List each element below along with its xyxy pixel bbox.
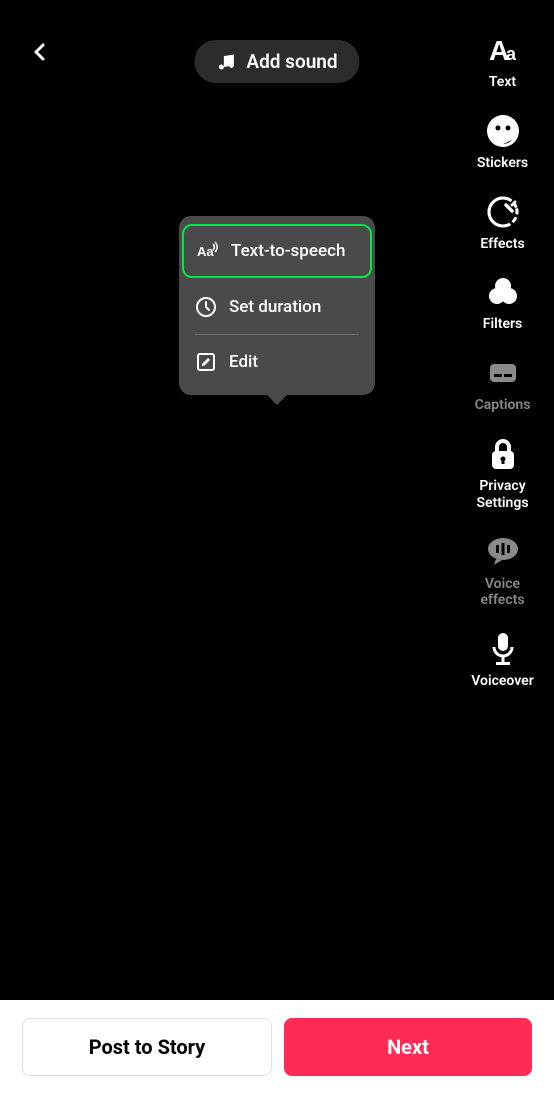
bottom-bar: Post to Story Next xyxy=(0,1000,554,1094)
sidebar-item-effects[interactable]: Effects xyxy=(465,194,540,253)
svg-text:a: a xyxy=(506,44,517,64)
sidebar-label: Captions xyxy=(475,397,531,414)
back-button[interactable] xyxy=(20,32,60,72)
sidebar-item-captions[interactable]: Captions xyxy=(465,355,540,414)
text-options-popup: Aa Text-to-speech Set duration Edit xyxy=(179,216,375,395)
post-to-story-button[interactable]: Post to Story xyxy=(22,1018,272,1076)
sidebar-label: Text xyxy=(489,74,516,91)
video-preview-area xyxy=(117,421,433,579)
sidebar-label: Voice effects xyxy=(465,576,540,610)
tts-icon: Aa xyxy=(197,240,219,262)
add-sound-button[interactable]: Add sound xyxy=(194,40,359,83)
next-button[interactable]: Next xyxy=(284,1018,532,1076)
sidebar-label: Effects xyxy=(480,236,524,253)
filters-icon xyxy=(485,274,521,310)
sidebar-label: Privacy Settings xyxy=(465,478,540,512)
add-sound-label: Add sound xyxy=(246,50,337,73)
sidebar-item-filters[interactable]: Filters xyxy=(465,274,540,333)
sidebar-label: Voiceover xyxy=(471,673,534,690)
sidebar: A a Text Stickers Effects xyxy=(465,32,540,690)
sidebar-label: Filters xyxy=(483,316,522,333)
sidebar-item-voice-effects[interactable]: Voice effects xyxy=(465,534,540,610)
sidebar-item-privacy[interactable]: Privacy Settings xyxy=(465,436,540,512)
sidebar-item-text[interactable]: A a Text xyxy=(465,32,540,91)
sidebar-label: Stickers xyxy=(477,155,528,172)
chevron-left-icon xyxy=(28,40,52,64)
edit-icon xyxy=(195,351,217,373)
popup-label: Text-to-speech xyxy=(231,241,345,261)
post-to-story-label: Post to Story xyxy=(89,1035,206,1059)
popup-item-edit[interactable]: Edit xyxy=(179,335,375,389)
popup-item-set-duration[interactable]: Set duration xyxy=(179,280,375,334)
music-note-icon xyxy=(216,52,236,72)
voice-effects-icon xyxy=(485,534,521,570)
effects-icon xyxy=(485,194,521,230)
lock-icon xyxy=(485,436,521,472)
svg-text:Aa: Aa xyxy=(197,244,214,259)
sidebar-item-stickers[interactable]: Stickers xyxy=(465,113,540,172)
next-label: Next xyxy=(387,1035,429,1059)
sidebar-item-voiceover[interactable]: Voiceover xyxy=(465,631,540,690)
popup-label: Edit xyxy=(229,352,258,372)
popup-label: Set duration xyxy=(229,297,321,317)
microphone-icon xyxy=(485,631,521,667)
captions-icon xyxy=(485,355,521,391)
clock-icon xyxy=(195,296,217,318)
stickers-icon xyxy=(485,113,521,149)
popup-item-text-to-speech[interactable]: Aa Text-to-speech xyxy=(182,224,372,278)
text-icon: A a xyxy=(485,32,521,68)
